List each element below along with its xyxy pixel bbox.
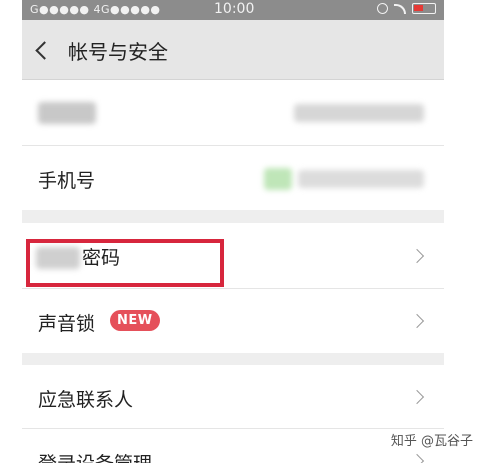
nav-bar: 帐号与安全 xyxy=(22,20,444,80)
back-icon[interactable] xyxy=(35,41,54,60)
highlight-box xyxy=(26,239,224,287)
battery-icon xyxy=(412,3,436,14)
emergency-contact-row[interactable]: 应急联系人 xyxy=(22,365,444,429)
password-row[interactable]: 密码 xyxy=(22,223,444,289)
phone-label: 手机号 xyxy=(38,170,96,192)
signal-indicator: G●●●●● 4G●●●●● xyxy=(30,3,161,16)
section-gap xyxy=(22,210,444,223)
section-gap xyxy=(22,353,444,365)
emergency-contact-label: 应急联系人 xyxy=(38,389,134,411)
account-row xyxy=(22,80,444,146)
phone-row[interactable]: 手机号 xyxy=(22,146,444,210)
account-label-redacted xyxy=(38,102,96,124)
status-icons xyxy=(377,3,436,14)
status-time: 10:00 xyxy=(214,1,255,17)
watermark: 知乎 @瓦谷子 xyxy=(390,430,473,449)
phone-value-redacted xyxy=(264,168,292,190)
account-value-redacted xyxy=(294,104,424,122)
chevron-right-icon xyxy=(409,248,425,264)
new-badge: NEW xyxy=(110,310,160,331)
device-management-row[interactable]: 登录设备管理 xyxy=(22,429,444,463)
voice-lock-label: 声音锁 xyxy=(38,313,96,335)
chevron-right-icon xyxy=(409,313,425,329)
chevron-right-icon xyxy=(409,453,425,463)
chevron-right-icon xyxy=(409,389,425,405)
page-title: 帐号与安全 xyxy=(68,40,168,64)
alarm-icon xyxy=(377,3,388,14)
phone-value-redacted xyxy=(298,170,424,188)
status-bar: G●●●●● 4G●●●●● 10:00 xyxy=(22,0,444,20)
phone-screen: G●●●●● 4G●●●●● 10:00 帐号与安全 手机号 密码 声音锁 NE… xyxy=(22,0,444,463)
voice-lock-row[interactable]: 声音锁 NEW xyxy=(22,289,444,353)
wifi-icon xyxy=(394,3,406,14)
device-management-label: 登录设备管理 xyxy=(38,449,152,463)
